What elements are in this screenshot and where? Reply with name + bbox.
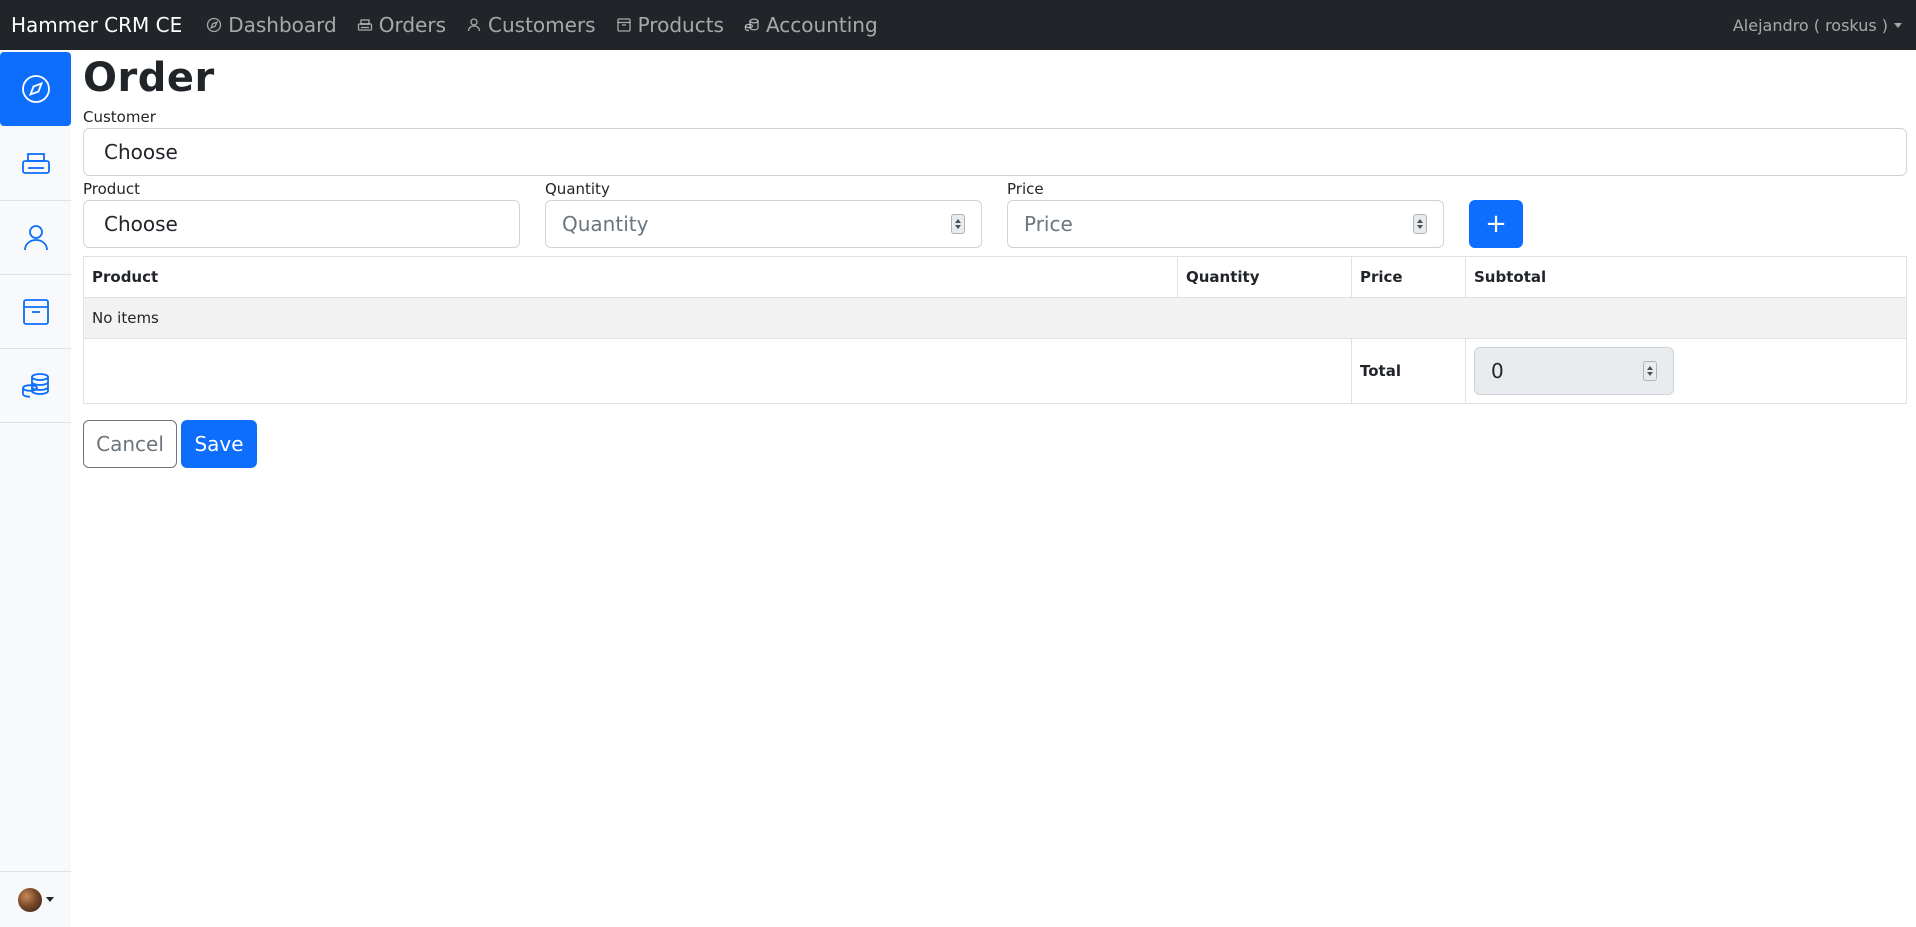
user-menu[interactable]: Alejandro ( roskus ) bbox=[1733, 0, 1902, 50]
avatar bbox=[17, 887, 42, 912]
column-header-quantity: Quantity bbox=[1177, 256, 1352, 298]
sidebar-item-products[interactable] bbox=[0, 275, 71, 349]
sidebar-item-customers[interactable] bbox=[0, 201, 71, 275]
quantity-input[interactable]: Quantity bbox=[545, 200, 982, 248]
total-field: 0 bbox=[1474, 347, 1674, 395]
table-row: No items bbox=[83, 297, 1907, 339]
product-select-value: Choose bbox=[104, 212, 178, 236]
caret-down-icon bbox=[45, 897, 54, 902]
sidebar-user[interactable] bbox=[0, 871, 71, 927]
item-entry-row: Product Choose Quantity Quantity Price P… bbox=[83, 178, 1907, 248]
page-title: Order bbox=[83, 55, 215, 101]
nav-link-products[interactable]: Products bbox=[606, 13, 734, 37]
cancel-button[interactable]: Cancel bbox=[83, 420, 177, 468]
customer-select-value: Choose bbox=[104, 140, 178, 164]
top-navbar: Hammer CRM CE Dashboard Orders Customers… bbox=[0, 0, 1916, 50]
price-input[interactable]: Price bbox=[1007, 200, 1444, 248]
person-icon bbox=[23, 224, 48, 250]
user-name: Alejandro ( roskus ) bbox=[1732, 15, 1888, 35]
price-placeholder: Price bbox=[1024, 212, 1073, 236]
total-value: 0 bbox=[1491, 359, 1504, 383]
product-select[interactable]: Choose bbox=[83, 200, 520, 248]
compass-icon bbox=[21, 75, 50, 103]
nav-link-label: Accounting bbox=[765, 13, 878, 37]
nav-link-customers[interactable]: Customers bbox=[456, 13, 606, 37]
sidebar-item-orders[interactable] bbox=[0, 127, 71, 201]
nav-link-label: Dashboard bbox=[228, 13, 337, 37]
column-header-product: Product bbox=[83, 256, 1178, 298]
coins-icon bbox=[744, 18, 759, 32]
price-label: Price bbox=[1007, 180, 1044, 198]
product-group: Product Choose bbox=[83, 178, 520, 248]
order-items-table: Product Quantity Price Subtotal No items… bbox=[83, 256, 1907, 404]
total-cell: 0 bbox=[1465, 338, 1907, 404]
sidebar bbox=[0, 50, 71, 927]
box-icon bbox=[616, 18, 631, 32]
nav-link-orders[interactable]: Orders bbox=[347, 13, 456, 37]
quantity-placeholder: Quantity bbox=[562, 212, 649, 236]
person-icon bbox=[467, 18, 481, 32]
nav-link-label: Orders bbox=[378, 13, 447, 37]
compass-icon bbox=[207, 17, 222, 33]
quantity-group: Quantity Quantity bbox=[545, 178, 982, 248]
printer-icon bbox=[21, 152, 50, 174]
sidebar-item-accounting[interactable] bbox=[0, 349, 71, 423]
column-header-subtotal: Subtotal bbox=[1465, 256, 1907, 298]
customer-select[interactable]: Choose bbox=[83, 128, 1907, 176]
empty-state-text: No items bbox=[83, 297, 1907, 339]
customer-label: Customer bbox=[83, 108, 156, 126]
main-content: Order Customer Choose Product Choose Qua… bbox=[83, 50, 1907, 468]
product-label: Product bbox=[83, 180, 140, 198]
quantity-label: Quantity bbox=[545, 180, 610, 198]
caret-down-icon bbox=[1894, 22, 1902, 28]
save-button[interactable]: Save bbox=[181, 420, 257, 468]
column-header-price: Price bbox=[1351, 256, 1466, 298]
total-row: Total 0 bbox=[83, 338, 1907, 404]
plus-icon: + bbox=[1485, 209, 1507, 239]
box-icon bbox=[22, 298, 49, 325]
price-group: Price Price bbox=[1007, 178, 1444, 248]
coins-icon bbox=[21, 372, 49, 398]
nav-link-dashboard[interactable]: Dashboard bbox=[196, 13, 347, 37]
brand-logo[interactable]: Hammer CRM CE bbox=[0, 13, 196, 37]
nav-link-label: Customers bbox=[488, 13, 596, 37]
spinner-icon[interactable] bbox=[1413, 214, 1427, 234]
add-item-button[interactable]: + bbox=[1469, 200, 1523, 248]
nav-link-label: Products bbox=[637, 13, 724, 37]
printer-icon bbox=[357, 19, 372, 31]
total-spacer bbox=[83, 338, 1352, 404]
spinner-icon[interactable] bbox=[951, 214, 965, 234]
spinner-icon bbox=[1643, 361, 1657, 381]
total-label: Total bbox=[1351, 338, 1466, 404]
table-header-row: Product Quantity Price Subtotal bbox=[83, 256, 1907, 298]
nav-links: Dashboard Orders Customers Products Acco… bbox=[196, 13, 887, 37]
form-actions: Cancel Save bbox=[83, 420, 1907, 468]
nav-link-accounting[interactable]: Accounting bbox=[734, 13, 888, 37]
sidebar-item-dashboard[interactable] bbox=[0, 52, 71, 126]
